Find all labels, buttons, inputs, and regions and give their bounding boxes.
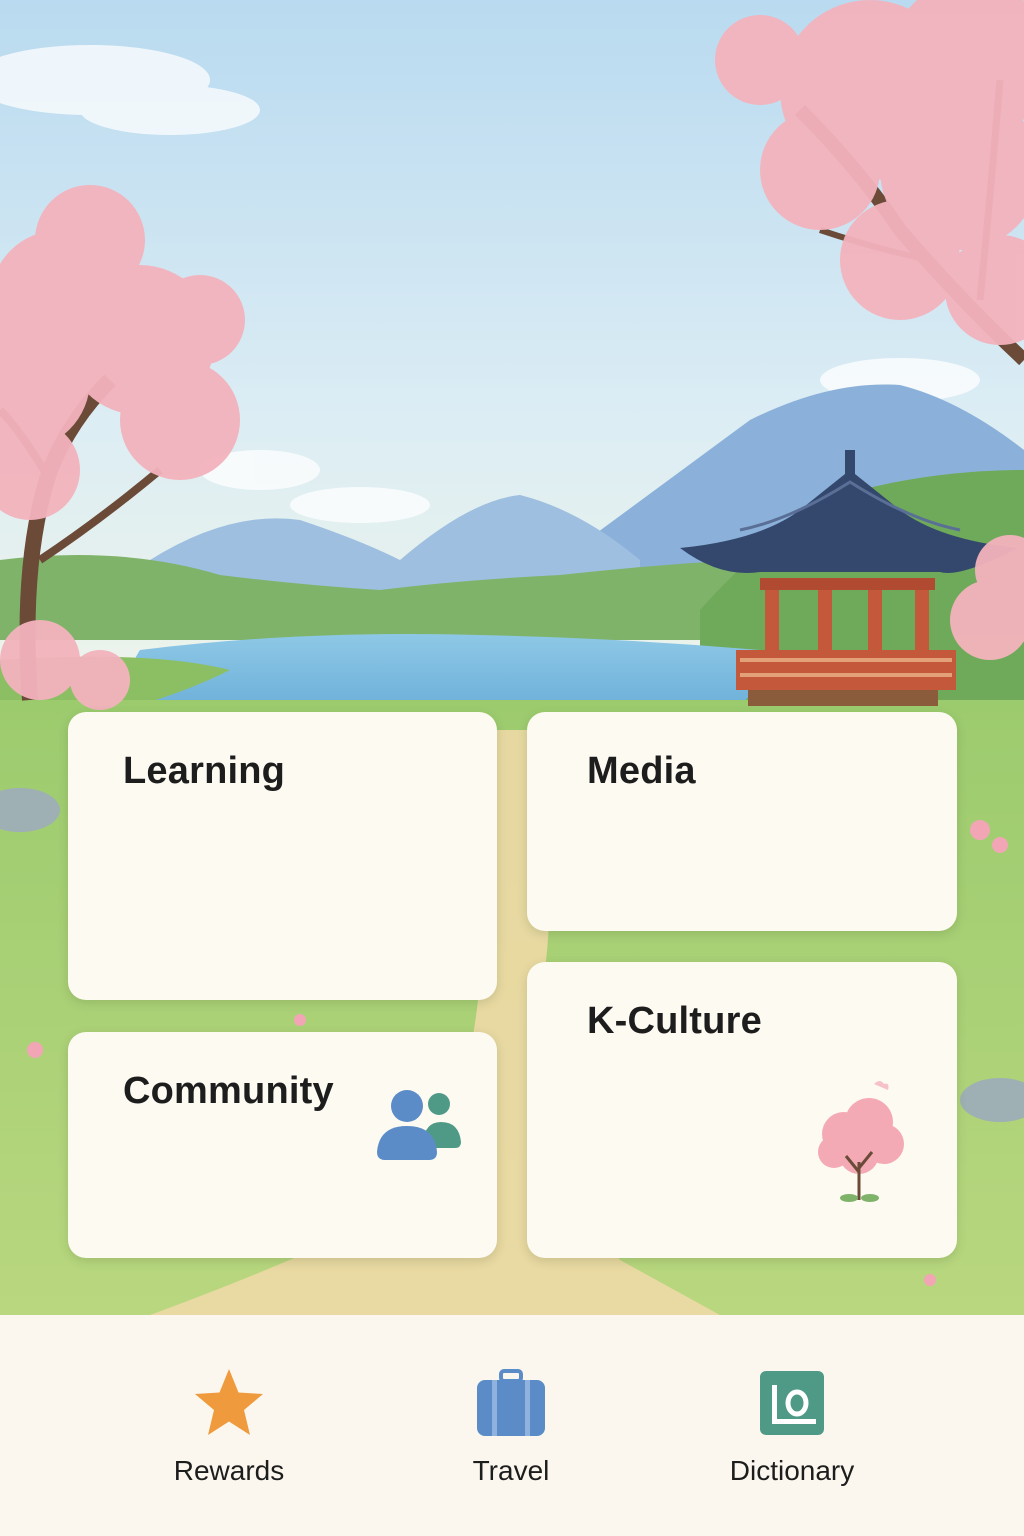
learning-card-title: Learning	[123, 750, 286, 792]
nav-travel[interactable]: Travel	[411, 1365, 611, 1505]
kculture-card[interactable]: K-Culture	[527, 962, 957, 1258]
dictionary-icon	[760, 1371, 824, 1435]
learning-card[interactable]: Learning	[68, 712, 497, 1000]
nav-dictionary[interactable]: Dictionary	[692, 1365, 892, 1505]
nav-dictionary-label: Dictionary	[729, 1455, 855, 1486]
star-icon	[195, 1369, 263, 1435]
media-card[interactable]: Media	[527, 712, 957, 931]
nav-rewards[interactable]: Rewards	[129, 1365, 329, 1505]
cherry-blossom-tree-icon	[818, 1081, 904, 1202]
people-icon	[377, 1090, 461, 1160]
media-card-title: Media	[587, 750, 696, 792]
community-card[interactable]: Community	[68, 1032, 497, 1258]
bottom-navigation: Rewards Travel Dictionary	[0, 1315, 1024, 1536]
suitcase-icon	[477, 1369, 545, 1436]
nav-rewards-label: Rewards	[173, 1455, 285, 1486]
nav-travel-label: Travel	[472, 1455, 550, 1486]
community-card-title: Community	[123, 1070, 334, 1112]
kculture-card-title: K-Culture	[587, 1000, 762, 1042]
